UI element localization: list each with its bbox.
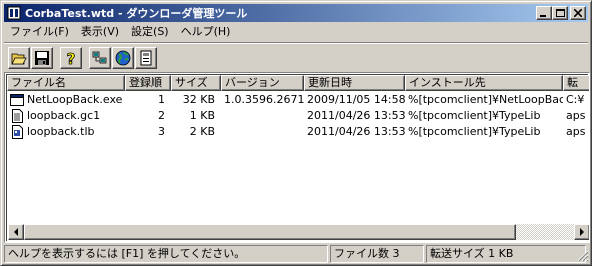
- save-button[interactable]: [31, 47, 53, 69]
- file-modified: 2009/11/05 14:58: [307, 93, 405, 106]
- arrow-left-icon: [14, 228, 18, 236]
- column-header-size[interactable]: サイズ: [171, 75, 221, 91]
- file-name: NetLoopBack.exe: [27, 93, 123, 106]
- file-modified: 2011/04/26 13:53: [307, 109, 405, 122]
- maximize-button[interactable]: [552, 6, 568, 20]
- network-computers-icon: [92, 51, 107, 64]
- globe-icon: [115, 50, 131, 66]
- file-order: 2: [158, 109, 165, 122]
- file-size: 1 KB: [189, 109, 215, 122]
- column-header-order[interactable]: 登録順: [125, 75, 171, 91]
- menu-view[interactable]: 表示(V): [75, 23, 125, 41]
- scrollbar-track[interactable]: [24, 224, 574, 240]
- close-button[interactable]: [570, 6, 586, 20]
- table-row[interactable]: loopback.tlb 3 2 KB 2011/04/26 13:53 %[t…: [7, 124, 589, 140]
- toolbar-divider: [4, 42, 588, 44]
- table-row[interactable]: NetLoopBack.exe 1 32 KB 1.0.3596.26712 2…: [7, 92, 589, 108]
- tlb-file-icon: [10, 125, 24, 139]
- file-modified: 2011/04/26 13:53: [307, 125, 405, 138]
- horizontal-scrollbar[interactable]: [8, 224, 589, 240]
- file-order: 1: [158, 93, 165, 106]
- toolbar: ?: [4, 45, 588, 71]
- file-install-dir: %[tpcomclient]¥NetLoopBack: [408, 93, 563, 106]
- status-transfer-size: 転送サイズ 1 KB: [426, 245, 586, 263]
- svg-text:?: ?: [67, 50, 76, 66]
- file-size: 32 KB: [182, 93, 215, 106]
- open-button[interactable]: [8, 47, 30, 69]
- file-list[interactable]: ファイル名 登録順 サイズ バージョン 更新日時 インストール先 転 NetLo…: [4, 72, 590, 243]
- window-title: CorbaTest.wtd - ダウンローダ管理ツール: [25, 7, 248, 20]
- file-order: 3: [158, 125, 165, 138]
- save-icon: [35, 51, 49, 65]
- menu-settings[interactable]: 設定(S): [125, 23, 175, 41]
- file-install-dir: %[tpcomclient]¥TypeLib: [408, 125, 541, 138]
- minimize-button[interactable]: [536, 6, 552, 20]
- network-button[interactable]: [89, 47, 111, 69]
- maximize-icon: [555, 8, 565, 17]
- list-header: ファイル名 登録順 サイズ バージョン 更新日時 インストール先 転: [7, 75, 589, 91]
- menu-bar: ファイル(F) 表示(V) 設定(S) ヘルプ(H): [4, 23, 588, 41]
- file-name: loopback.gc1: [27, 109, 101, 122]
- window-button[interactable]: [135, 47, 157, 69]
- table-row[interactable]: loopback.gc1 2 1 KB 2011/04/26 13:53 %[t…: [7, 108, 589, 124]
- app-icon[interactable]: [6, 5, 22, 21]
- open-folder-icon: [11, 53, 27, 65]
- file-transfer: aps: [566, 125, 586, 138]
- column-header-modified[interactable]: 更新日時: [304, 75, 405, 91]
- file-install-dir: %[tpcomclient]¥TypeLib: [408, 109, 541, 122]
- menu-file[interactable]: ファイル(F): [4, 23, 75, 41]
- status-bar: ヘルプを表示するには [F1] を押してください。 ファイル数 3 転送サイズ …: [4, 245, 590, 263]
- file-version: 1.0.3596.26712: [224, 93, 304, 106]
- close-icon: [574, 9, 582, 17]
- title-bar[interactable]: CorbaTest.wtd - ダウンローダ管理ツール: [4, 4, 588, 22]
- list-rows: NetLoopBack.exe 1 32 KB 1.0.3596.26712 2…: [7, 92, 589, 140]
- column-header-version[interactable]: バージョン: [221, 75, 304, 91]
- help-button[interactable]: ?: [60, 47, 82, 69]
- column-header-transfer[interactable]: 転: [563, 75, 589, 91]
- file-transfer: C:¥: [566, 93, 585, 106]
- help-icon: ?: [66, 50, 76, 66]
- resize-grip-icon[interactable]: [577, 250, 589, 262]
- column-header-filename[interactable]: ファイル名: [7, 75, 125, 91]
- text-file-icon: [10, 109, 24, 123]
- minimize-icon: [540, 15, 546, 17]
- exe-file-icon: [10, 93, 24, 107]
- scrollbar-thumb[interactable]: [24, 224, 516, 240]
- menu-help[interactable]: ヘルプ(H): [175, 23, 237, 41]
- status-file-count: ファイル数 3: [330, 245, 424, 263]
- column-header-install-dir[interactable]: インストール先: [405, 75, 563, 91]
- status-hint: ヘルプを表示するには [F1] を押してください。: [4, 245, 328, 263]
- scroll-left-button[interactable]: [8, 224, 24, 240]
- arrow-right-icon: [580, 228, 584, 236]
- app-window: CorbaTest.wtd - ダウンローダ管理ツール ファイル(F) 表示(V…: [0, 0, 592, 266]
- scroll-right-button[interactable]: [574, 224, 589, 240]
- window-icon: [140, 50, 152, 66]
- globe-button[interactable]: [112, 47, 134, 69]
- file-transfer: aps: [566, 109, 586, 122]
- file-name: loopback.tlb: [27, 125, 95, 138]
- file-size: 2 KB: [189, 125, 215, 138]
